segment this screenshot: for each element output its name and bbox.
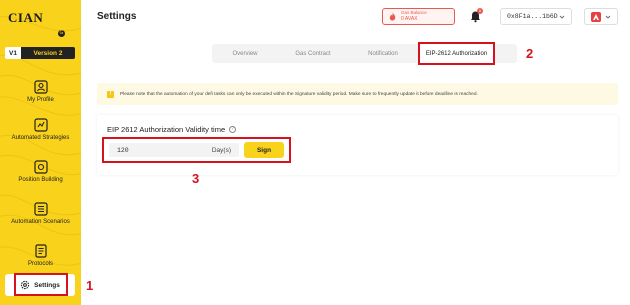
tab-overview[interactable]: Overview (212, 44, 278, 63)
chevron-down-icon (559, 15, 565, 19)
validity-input-row: 120 Day(s) Sign (102, 137, 291, 163)
help-icon[interactable]: ? (229, 126, 237, 133)
sidebar-item-automated-strategies[interactable]: Automated Strategies (0, 118, 81, 141)
flame-icon (389, 12, 396, 21)
sidebar-item-label: Position Building (18, 177, 63, 183)
strategy-icon (33, 118, 48, 132)
sidebar-item-automation-scenarios[interactable]: Automation Scenarios (0, 202, 81, 225)
sidebar-item-label: Automated Strategies (11, 135, 70, 141)
annotation-box-settings (14, 273, 68, 296)
protocols-icon (34, 244, 47, 258)
gas-balance-value: 0 AVAX (401, 15, 418, 22)
position-icon (33, 160, 48, 174)
authorization-title: EIP 2612 Authorization Validity time (107, 125, 226, 134)
notice-text: Please note that the automation of your … (120, 91, 478, 97)
chevron-down-icon (605, 15, 611, 19)
page-title: Settings (97, 11, 137, 22)
version-switch[interactable]: V1 Version 2 (5, 47, 75, 59)
wallet-selector[interactable]: 0x8F1a...1b6D (500, 8, 572, 25)
logo-badge: G (58, 30, 65, 37)
tab-eip-2612-authorization[interactable]: EIP-2612 Authorization (418, 42, 495, 65)
sidebar-item-label: My Profile (27, 97, 54, 103)
settings-tabs: Overview Gas Contract Notification EIP-2… (212, 42, 517, 65)
authorization-card: EIP 2612 Authorization Validity time ? 1… (97, 115, 618, 175)
validity-days-unit: Day(s) (211, 146, 231, 154)
annotation-number-2: 2 (526, 46, 534, 61)
gas-balance-button[interactable]: Gas Balance 0 AVAX (382, 8, 455, 25)
top-header: Settings Gas Balance 0 AVAX 0 0x8F1a...1… (81, 0, 630, 34)
tab-notification[interactable]: Notification (348, 44, 418, 63)
cian-logo[interactable]: CIAN (8, 10, 43, 26)
profile-icon (33, 80, 48, 94)
version-2-option[interactable]: Version 2 (21, 47, 75, 59)
validity-days-input[interactable]: 120 Day(s) (109, 143, 239, 157)
wallet-address: 0x8F1a...1b6D (507, 13, 558, 20)
avalanche-icon (591, 11, 601, 22)
validity-days-value: 120 (117, 146, 129, 154)
scenarios-icon (33, 202, 48, 216)
sidebar-item-label: Protocols (27, 261, 53, 267)
sidebar-item-my-profile[interactable]: My Profile (0, 80, 81, 103)
sidebar-item-position-building[interactable]: Position Building (0, 160, 81, 183)
version-1-option[interactable]: V1 (5, 47, 21, 59)
validity-notice: ! Please note that the automation of you… (97, 83, 618, 105)
sidebar-item-label: Automation Scenarios (11, 219, 70, 225)
warning-icon: ! (107, 90, 114, 98)
sidebar-item-protocols[interactable]: Protocols (0, 244, 81, 267)
sign-button[interactable]: Sign (244, 142, 284, 158)
annotation-number-1: 1 (86, 278, 94, 293)
tab-gas-contract[interactable]: Gas Contract (278, 44, 348, 63)
authorization-title-row: EIP 2612 Authorization Validity time ? (107, 125, 237, 134)
sidebar: CIAN G V1 Version 2 My Profile Automated… (0, 0, 81, 305)
app-root: CIAN G V1 Version 2 My Profile Automated… (0, 0, 630, 305)
notification-badge: 0 (477, 8, 483, 14)
annotation-number-3: 3 (192, 171, 200, 186)
chain-selector[interactable] (584, 8, 618, 25)
